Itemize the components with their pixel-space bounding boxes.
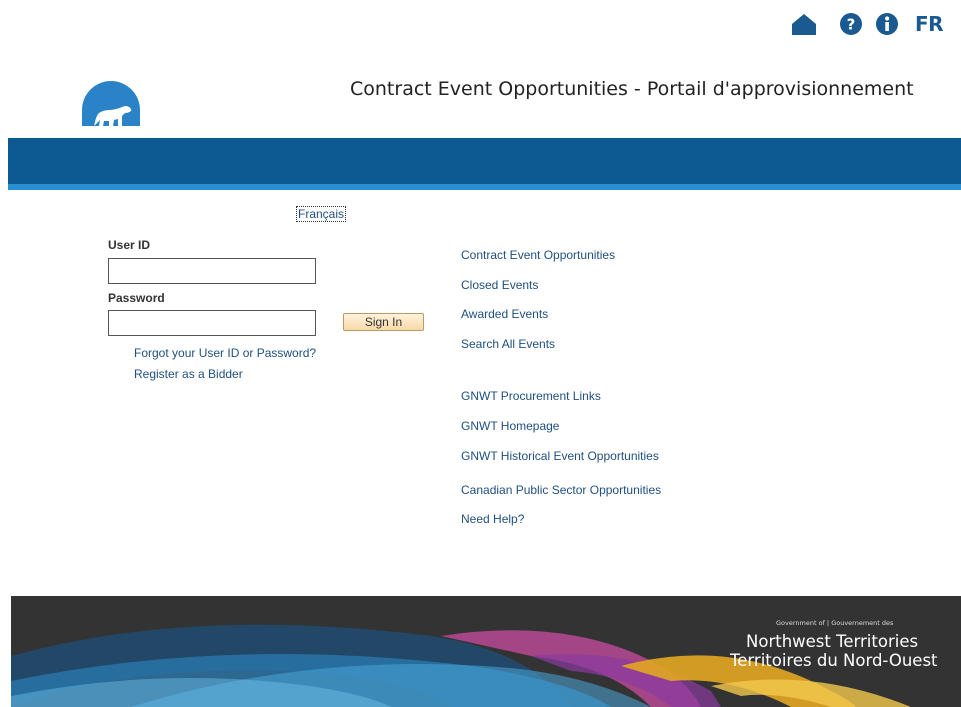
search-all-events-link[interactable]: Search All Events bbox=[461, 337, 555, 351]
language-toggle[interactable]: FR bbox=[915, 12, 944, 36]
closed-events-link[interactable]: Closed Events bbox=[461, 278, 538, 292]
user-id-label: User ID bbox=[108, 238, 151, 252]
need-help-link[interactable]: Need Help? bbox=[461, 512, 524, 526]
password-label: Password bbox=[108, 291, 165, 305]
header-stripe bbox=[8, 184, 961, 190]
canadian-public-sector-link[interactable]: Canadian Public Sector Opportunities bbox=[461, 483, 661, 497]
page-title: Contract Event Opportunities - Portail d… bbox=[350, 78, 914, 100]
gnwt-procurement-links-link[interactable]: GNWT Procurement Links bbox=[461, 389, 601, 403]
utility-bar: ? FR bbox=[791, 12, 961, 36]
polar-bear-logo bbox=[82, 81, 140, 126]
register-bidder-link[interactable]: Register as a Bidder bbox=[134, 367, 243, 381]
gov-name-english: Northwest Territories bbox=[746, 632, 919, 651]
gnwt-historical-events-link[interactable]: GNWT Historical Event Opportunities bbox=[461, 449, 659, 463]
svg-text:?: ? bbox=[847, 16, 856, 34]
user-id-input[interactable] bbox=[108, 258, 316, 284]
gov-name-french: Territoires du Nord-Ouest bbox=[730, 651, 938, 670]
government-of-label: Government of | Gouvernement des bbox=[776, 619, 894, 627]
sign-in-button[interactable]: Sign In bbox=[343, 313, 424, 331]
help-icon[interactable]: ? bbox=[839, 12, 863, 36]
home-icon[interactable] bbox=[791, 12, 817, 36]
header-band bbox=[8, 138, 961, 184]
gnwt-homepage-link[interactable]: GNWT Homepage bbox=[461, 419, 559, 433]
contract-event-opportunities-link[interactable]: Contract Event Opportunities bbox=[461, 248, 615, 262]
francais-link[interactable]: Français bbox=[296, 206, 347, 222]
password-input[interactable] bbox=[108, 310, 316, 336]
forgot-credentials-link[interactable]: Forgot your User ID or Password? bbox=[134, 346, 316, 360]
awarded-events-link[interactable]: Awarded Events bbox=[461, 307, 548, 321]
info-icon[interactable] bbox=[875, 12, 899, 36]
